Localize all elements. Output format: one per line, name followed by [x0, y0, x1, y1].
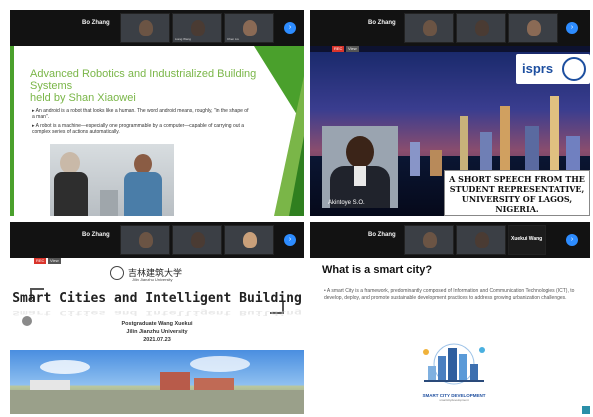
graphic-sublabel: smartcitydevelopment [439, 398, 469, 402]
participant-thumbnail[interactable] [456, 13, 506, 43]
participant-thumbnail[interactable]: Chen Liu [224, 13, 274, 43]
slide-title: Smart Cities and Intelligent Building [12, 291, 302, 306]
slide-bullet: • A smart City is a framework, predomina… [324, 288, 575, 301]
slide-top-left: Advanced Robotics and Industrialized Bui… [10, 46, 304, 216]
participant-thumbnail[interactable] [508, 13, 558, 43]
slide-accent-left [10, 46, 14, 216]
host-name: Bo Zhang [368, 20, 396, 26]
presenter-line: Postgraduate Wang Xuekui [121, 321, 193, 327]
slide-photo-robot [50, 144, 174, 216]
bullet-item: ▸ An android is a robot that looks like … [32, 108, 249, 120]
video-panel-top-left: Bo Zhang Liang Wang Chen Liu › REC Advan… [10, 10, 304, 216]
speaker-name: Akintoye S.O. [328, 200, 365, 206]
slide-title-reflection: Smart Cities and Intelligent Building [12, 308, 302, 317]
slide-bottom-right: What is a smart city? • A smart City is … [310, 258, 590, 414]
slide-heading: What is a smart city? [322, 264, 433, 276]
host-name: Bo Zhang [82, 232, 110, 238]
university-logo [110, 266, 124, 280]
next-page-button[interactable]: › [566, 234, 578, 246]
participant-thumbnail[interactable] [224, 225, 274, 255]
corner-badge [582, 406, 590, 414]
slide-bullets: ▸ An android is a robot that looks like … [32, 108, 252, 135]
participant-thumbnail[interactable]: Liang Wang [172, 13, 222, 43]
university-name-en: Jilin Jianzhu University [132, 277, 173, 282]
zoom-participant-bar: Bo Zhang Xuekui Wang › [310, 222, 590, 258]
smart-city-graphic: SMART CITY DEVELOPMENT smartcitydevelopm… [414, 338, 494, 404]
campus-photo [10, 350, 304, 414]
video-panel-bottom-left: Bo Zhang › REC View 吉林建筑大学 Jilin Jianzhu… [10, 222, 304, 414]
featured-participant[interactable]: Xuekui Wang [508, 225, 546, 255]
next-page-button[interactable]: › [284, 22, 296, 34]
slide-bottom-left: 吉林建筑大学 Jilin Jianzhu University Smart Ci… [10, 264, 304, 414]
institution-line: Jilin Jianzhu University [126, 329, 188, 335]
video-panel-top-right: Bo Zhang › REC View isprs Akintoye S.O. … [310, 10, 590, 216]
host-name: Bo Zhang [82, 20, 110, 26]
zoom-participant-bar: Bo Zhang › [10, 222, 304, 258]
participant-thumbnail[interactable] [404, 225, 454, 255]
bullet-item: ▸ A robot is a machine—especially one pr… [32, 123, 245, 135]
participant-thumbnail[interactable] [120, 13, 170, 43]
participant-thumbnail[interactable] [120, 225, 170, 255]
zoom-participant-bar: Bo Zhang Liang Wang Chen Liu › [10, 10, 304, 46]
participant-thumbnail[interactable] [456, 225, 506, 255]
next-page-button[interactable]: › [566, 22, 578, 34]
speech-caption-box: A SHORT SPEECH FROM THE STUDENT REPRESEN… [444, 170, 590, 216]
video-panel-bottom-right: Bo Zhang Xuekui Wang › What is a smart c… [310, 222, 590, 414]
speaker-video: Akintoye S.O. [322, 126, 398, 208]
zoom-participant-bar: Bo Zhang › [310, 10, 590, 46]
host-name: Bo Zhang [368, 232, 396, 238]
next-page-button[interactable]: › [284, 234, 296, 246]
isprs-logo: isprs [516, 54, 590, 84]
participant-thumbnail[interactable] [404, 13, 454, 43]
slide-date: 2021.07.23 [143, 337, 171, 343]
slide-title: Advanced Robotics and Industrialized Bui… [30, 68, 257, 104]
slide-nav-dot[interactable] [22, 316, 32, 326]
participant-thumbnail[interactable] [172, 225, 222, 255]
